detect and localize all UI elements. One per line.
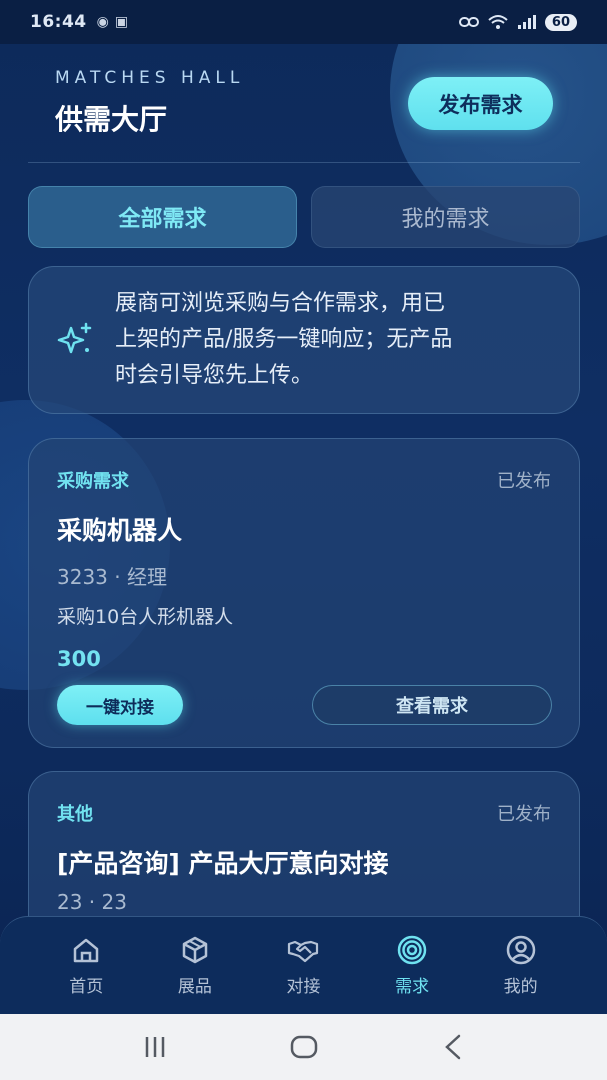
demand-meta: 3233 · 经理: [57, 565, 167, 589]
link-icon: [458, 17, 479, 27]
nav-item-profile[interactable]: 我的: [486, 934, 556, 997]
header-divider: [28, 162, 580, 163]
battery-indicator: 60: [544, 13, 577, 31]
demand-category: 其他: [57, 804, 93, 825]
box-icon: [182, 936, 208, 964]
sparkle-icon: [57, 322, 92, 354]
recent-apps-icon[interactable]: [139, 1031, 171, 1063]
page-title: 供需大厅: [55, 103, 168, 136]
one-click-connect-button[interactable]: 一键对接: [57, 685, 183, 725]
nav-item-home[interactable]: 首页: [51, 934, 121, 997]
back-icon[interactable]: [437, 1031, 469, 1063]
demand-title: [产品咨询] 产品大厅意向对接: [57, 849, 389, 878]
demand-meta: 23 · 23: [57, 890, 127, 914]
wifi-icon: [488, 15, 508, 29]
page-subtitle: MATCHES HALL: [55, 68, 245, 88]
page-header: MATCHES HALL 供需大厅: [55, 68, 244, 138]
tab-all-demands[interactable]: 全部需求: [28, 186, 297, 248]
info-text: 展商可浏览采购与合作需求，用已 上架的产品/服务一键响应；无产品 时会引导您先上…: [115, 286, 452, 394]
info-line: 展商可浏览采购与合作需求，用已: [115, 291, 446, 316]
system-navigation-bar: [0, 1014, 607, 1080]
signal-icon: [517, 15, 536, 29]
nav-item-exhibits[interactable]: 展品: [160, 934, 230, 997]
home-button-icon[interactable]: [288, 1031, 320, 1063]
user-icon: [506, 935, 535, 965]
info-line: 时会引导您先上传。: [115, 363, 314, 388]
alarm-icon: ◉: [96, 14, 109, 30]
demand-status: 已发布: [497, 471, 551, 492]
publish-demand-button[interactable]: 发布需求: [408, 77, 553, 130]
demand-status: 已发布: [497, 804, 551, 825]
nav-item-connect[interactable]: 对接: [268, 934, 338, 997]
demand-price: 300: [57, 647, 101, 671]
info-panel: 展商可浏览采购与合作需求，用已 上架的产品/服务一键响应；无产品 时会引导您先上…: [28, 266, 580, 414]
status-time: 16:44: [30, 12, 87, 32]
status-right: 60: [458, 13, 577, 31]
message-icon: ▣: [114, 14, 129, 30]
nav-item-demands[interactable]: 需求: [377, 934, 447, 997]
bottom-navigation: 首页 展品 对接 需求 我的: [0, 916, 607, 1014]
nav-label: 需求: [395, 977, 430, 997]
demand-description: 采购10台人形机器人: [57, 606, 234, 628]
status-notification-icons: ◉ ▣: [97, 14, 128, 30]
nav-label: 我的: [503, 977, 538, 997]
status-bar: 16:44 ◉ ▣ 60: [0, 0, 607, 44]
nav-label: 展品: [177, 977, 212, 997]
demand-category: 采购需求: [57, 471, 129, 492]
nav-label: 首页: [69, 977, 104, 997]
nav-label: 对接: [286, 977, 321, 997]
handshake-icon: [288, 940, 319, 963]
target-icon: [397, 935, 427, 965]
demand-title: 采购机器人: [57, 516, 183, 545]
home-icon: [74, 938, 99, 963]
info-line: 上架的产品/服务一键响应；无产品: [115, 327, 453, 352]
demand-card[interactable]: 采购需求 已发布 采购机器人 3233 · 经理 采购10台人形机器人 300 …: [28, 438, 580, 748]
tab-my-demands[interactable]: 我的需求: [311, 186, 580, 248]
view-demand-button[interactable]: 查看需求: [312, 685, 552, 725]
